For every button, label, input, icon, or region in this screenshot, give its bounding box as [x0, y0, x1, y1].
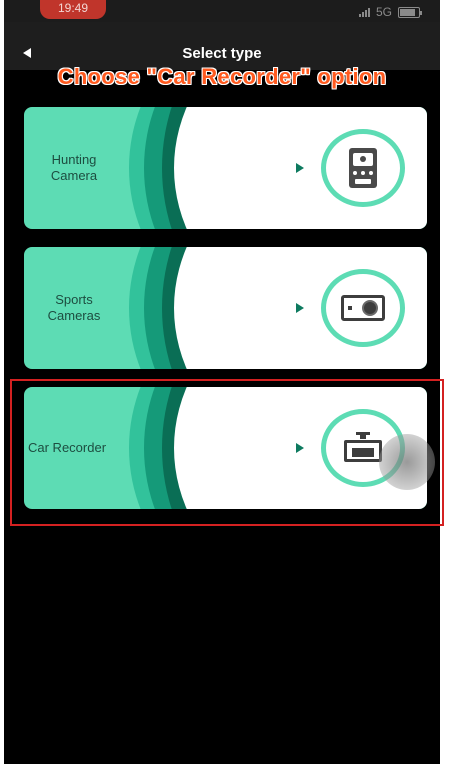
- device-icon-ring: [321, 269, 405, 347]
- network-label: 5G: [375, 5, 392, 19]
- device-type-label: Sports Cameras: [24, 247, 124, 369]
- battery-icon: [398, 6, 422, 18]
- device-type-label-line: Car Recorder: [28, 440, 107, 455]
- device-type-label-line: Camera: [50, 168, 98, 183]
- status-bar: 19:49 5G: [4, 0, 440, 22]
- device-type-car-recorder[interactable]: Car Recorder: [24, 387, 427, 509]
- device-type-sports-cameras[interactable]: Sports Cameras: [24, 247, 427, 369]
- device-type-hunting-camera[interactable]: Hunting Camera: [24, 107, 427, 229]
- phone-screen: 19:49 5G Select type Choose "Car Recorde…: [4, 0, 440, 764]
- play-arrow-icon: [296, 443, 304, 453]
- device-type-label: Hunting Camera: [24, 107, 124, 229]
- status-time: 19:49: [40, 0, 106, 19]
- dash-camera-icon: [344, 432, 382, 464]
- device-type-label-line: Sports: [55, 292, 93, 307]
- play-arrow-icon: [296, 303, 304, 313]
- instruction-banner: Choose "Car Recorder" option: [57, 64, 387, 89]
- signal-icon: [358, 7, 370, 17]
- trail-camera-icon: [349, 148, 377, 188]
- device-type-label: Car Recorder: [24, 387, 126, 509]
- device-type-label-line: Cameras: [47, 308, 101, 323]
- status-indicators: 5G: [358, 5, 422, 19]
- device-icon-ring: [321, 129, 405, 207]
- device-type-label-line: Hunting: [51, 152, 97, 167]
- action-camera-icon: [341, 295, 385, 321]
- play-arrow-icon: [296, 163, 304, 173]
- page-title: Select type: [182, 45, 262, 62]
- nav-bar: Select type: [4, 22, 440, 70]
- touch-indicator: [379, 434, 435, 490]
